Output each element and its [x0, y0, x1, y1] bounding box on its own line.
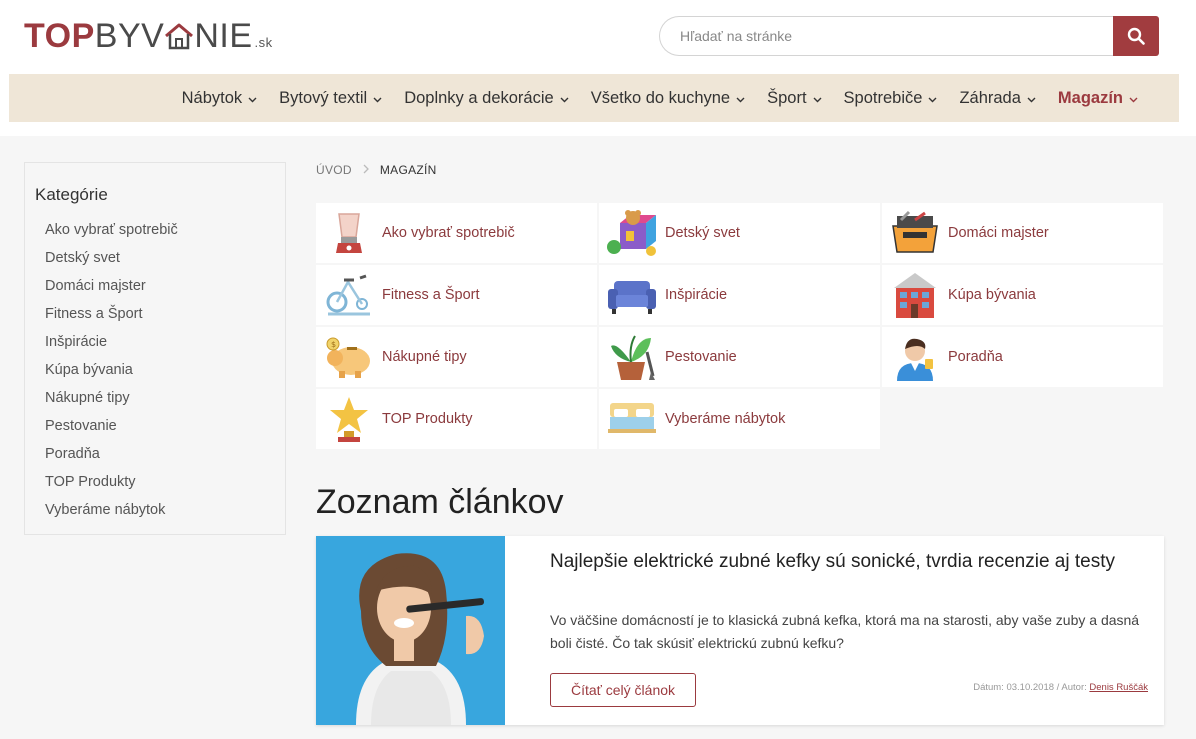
category-grid: Ako vybrať spotrebič Detský svet Domáci ma… — [316, 203, 1164, 449]
category-label: Vyberáme nábytok — [665, 411, 786, 427]
nav-item-label: Doplnky a dekorácie — [404, 88, 554, 107]
article-title[interactable]: Najlepšie elektrické zubné kefky sú soni… — [550, 550, 1140, 574]
category-label: TOP Produkty — [382, 411, 473, 427]
nav-item-2[interactable]: Doplnky a dekorácie — [393, 89, 580, 108]
category-tile[interactable]: $ Nákupné tipy — [316, 327, 597, 387]
plant-icon — [604, 331, 660, 383]
article-image[interactable] — [316, 536, 505, 725]
articles-heading: Zoznam článkov — [316, 483, 564, 521]
sidebar-item[interactable]: Pestovanie — [45, 416, 178, 444]
trophy-icon — [321, 393, 377, 445]
nav-item-0[interactable]: Nábytok — [171, 89, 269, 108]
category-tile[interactable]: Pestovanie — [599, 327, 880, 387]
chevron-down-icon — [813, 89, 822, 108]
article-card: Najlepšie elektrické zubné kefky sú soni… — [316, 536, 1164, 725]
sidebar-item[interactable]: Kúpa bývania — [45, 360, 178, 388]
nav-item-label: Nábytok — [181, 88, 243, 107]
site-logo[interactable]: TOPBYV NIE .sk — [24, 16, 273, 63]
category-label: Ako vybrať spotrebič — [382, 225, 515, 241]
article-excerpt: Vo väčšine domácností je to klasická zub… — [550, 612, 1140, 651]
logo-byv: BYV — [94, 17, 165, 55]
building-icon — [887, 269, 943, 321]
logo-nie: NIE — [194, 17, 253, 55]
sidebar-item[interactable]: Nákupné tipy — [45, 388, 178, 416]
category-tile[interactable]: Kúpa bývania — [882, 265, 1163, 325]
article-date: Dátum: 03.10.2018 / Autor: — [973, 682, 1090, 693]
piggy-bank-icon: $ — [321, 331, 377, 383]
logo-suffix: .sk — [254, 35, 273, 50]
category-tile[interactable]: Fitness a Šport — [316, 265, 597, 325]
sidebar-item[interactable]: Domáci majster — [45, 276, 178, 304]
nav-item-5[interactable]: Spotrebiče — [833, 89, 949, 108]
advisor-icon — [887, 331, 943, 383]
chevron-down-icon — [1027, 89, 1036, 108]
category-tile[interactable]: Ako vybrať spotrebič — [316, 203, 597, 263]
nav-item-3[interactable]: Všetko do kuchyne — [580, 89, 756, 108]
chevron-down-icon — [1129, 89, 1138, 108]
toolbox-icon — [887, 207, 943, 259]
nav-item-1[interactable]: Bytový textil — [268, 89, 393, 108]
main-nav: Nábytok Bytový textil Doplnky a dekorácie V… — [9, 74, 1179, 122]
search-icon — [1127, 27, 1145, 45]
category-label: Nákupné tipy — [382, 349, 467, 365]
category-label: Pestovanie — [665, 349, 737, 365]
sidebar-item[interactable]: Ako vybrať spotrebič — [45, 220, 178, 248]
nav-item-7[interactable]: Magazín — [1047, 89, 1149, 108]
nav-item-label: Šport — [767, 88, 807, 107]
read-article-button[interactable]: Čítať celý článok — [550, 673, 696, 707]
nav-item-6[interactable]: Záhrada — [948, 89, 1046, 108]
search-input[interactable] — [659, 16, 1119, 56]
logo-top: TOP — [24, 17, 95, 55]
sidebar-item[interactable]: TOP Produkty — [45, 472, 178, 500]
breadcrumb-home[interactable]: ÚVOD — [316, 163, 352, 177]
bed-icon — [604, 393, 660, 445]
site-header: TOPBYV NIE.sk Nábytok Bytový textil Doplnky… — [0, 0, 1196, 136]
breadcrumb-current: MAGAZÍN — [379, 163, 437, 177]
category-label: Poradňa — [948, 349, 1003, 365]
article-meta: Dátum: 03.10.2018 / Autor: Denis Ruščák — [973, 682, 1148, 693]
sidebar-item[interactable]: Vyberáme nábytok — [45, 500, 178, 528]
blender-icon — [321, 207, 377, 259]
category-tile[interactable]: Inšpirácie — [599, 265, 880, 325]
category-label: Domáci majster — [948, 225, 1049, 241]
nav-item-label: Magazín — [1057, 88, 1123, 107]
category-tile[interactable]: Domáci majster — [882, 203, 1163, 263]
category-tile[interactable]: Poradňa — [882, 327, 1163, 387]
toys-icon — [604, 207, 660, 259]
category-label: Fitness a Šport — [382, 287, 480, 303]
search-button[interactable] — [1113, 16, 1159, 56]
category-label: Detský svet — [665, 225, 740, 241]
chevron-down-icon — [248, 89, 257, 108]
category-tile[interactable]: TOP Produkty — [316, 389, 597, 449]
search-bar — [659, 16, 1159, 56]
sidebar-list: Ako vybrať spotrebič Detský svet Domáci ma… — [45, 220, 178, 528]
nav-item-label: Záhrada — [959, 88, 1021, 107]
nav-item-4[interactable]: Šport — [756, 89, 832, 108]
exercise-bike-icon — [321, 269, 377, 321]
sidebar-item[interactable]: Detský svet — [45, 248, 178, 276]
sofa-icon — [604, 269, 660, 321]
chevron-right-icon — [362, 163, 370, 177]
svg-text:$: $ — [331, 340, 336, 349]
category-tile[interactable]: Vyberáme nábytok — [599, 389, 880, 449]
category-sidebar: Kategórie Ako vybrať spotrebič Detský sve… — [24, 162, 286, 535]
article-author-link[interactable]: Denis Ruščák — [1089, 682, 1148, 693]
nav-item-label: Bytový textil — [279, 88, 368, 107]
nav-list: Nábytok Bytový textil Doplnky a dekorácie V… — [171, 74, 1149, 122]
sidebar-title: Kategórie — [35, 185, 108, 204]
nav-item-label: Spotrebiče — [843, 88, 923, 107]
chevron-down-icon — [373, 89, 382, 108]
nav-item-label: Všetko do kuchyne — [590, 88, 731, 107]
chevron-down-icon — [560, 89, 569, 108]
category-tile[interactable]: Detský svet — [599, 203, 880, 263]
breadcrumb: ÚVOD MAGAZÍN — [316, 163, 437, 177]
category-label: Kúpa bývania — [948, 287, 1036, 303]
chevron-down-icon — [736, 89, 745, 108]
house-icon — [164, 19, 194, 59]
sidebar-item[interactable]: Fitness a Šport — [45, 304, 178, 332]
sidebar-item[interactable]: Poradňa — [45, 444, 178, 472]
category-label: Inšpirácie — [665, 287, 728, 303]
chevron-down-icon — [928, 89, 937, 108]
sidebar-item[interactable]: Inšpirácie — [45, 332, 178, 360]
